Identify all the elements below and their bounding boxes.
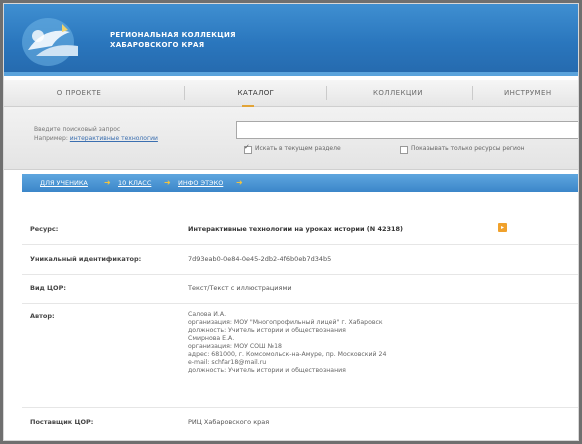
arrow-right-icon: ➜ [236, 178, 243, 187]
resource-title: Интерактивные технологии на уроках истор… [188, 225, 404, 233]
author-line: организация: МОУ СОШ №18 [188, 343, 282, 350]
site-header: РЕГИОНАЛЬНАЯ КОЛЛЕКЦИЯ ХАБАРОВСКОГО КРАЯ [4, 4, 578, 76]
browser-frame: РЕГИОНАЛЬНАЯ КОЛЛЕКЦИЯ ХАБАРОВСКОГО КРАЯ… [3, 3, 579, 441]
tab-about[interactable]: О ПРОЕКТЕ [4, 80, 154, 106]
breadcrumb-item-student[interactable]: ДЛЯ УЧЕНИКА [40, 174, 88, 192]
nav-divider [472, 86, 473, 100]
search-panel: Введите поисковый запрос Например: интер… [4, 107, 578, 170]
nav-divider [184, 86, 185, 100]
site-title-line1: РЕГИОНАЛЬНАЯ КОЛЛЕКЦИЯ [110, 31, 236, 39]
regional-only-checkbox[interactable] [400, 146, 408, 154]
search-prompt-label: Введите поисковый запрос [34, 126, 121, 133]
tab-catalog[interactable]: КАТАЛОГ [186, 80, 326, 107]
arrow-right-icon: ➜ [104, 178, 111, 187]
site-title: РЕГИОНАЛЬНАЯ КОЛЛЕКЦИЯ ХАБАРОВСКОГО КРАЯ [110, 30, 330, 50]
resource-type-value: Текст/Текст с иллюстрациями [188, 284, 292, 292]
search-current-section-label: Искать в текущем разделе [255, 145, 341, 152]
breadcrumb-item-grade[interactable]: 10 КЛАСС [118, 174, 151, 192]
supplier-value: РИЦ Хабаровского края [188, 418, 270, 426]
search-example-link[interactable]: интерактивные технологии [70, 135, 158, 142]
resource-label: Ресурс: [30, 225, 59, 233]
breadcrumb: ДЛЯ УЧЕНИКА ➜ 10 КЛАСС ➜ ИНФО ЭТЭКО ➜ [22, 174, 578, 192]
tab-collections[interactable]: КОЛЛЕКЦИИ [328, 80, 468, 106]
author-line: должность: Учитель истории и обществозна… [188, 327, 346, 334]
author-line: Смирнова Е.А. [188, 335, 235, 342]
row-divider [22, 274, 578, 275]
identifier-value: 7d93eab0-0e84-0e45-2db2-4f6b0eb7d34b5 [188, 255, 332, 263]
resource-type-label: Вид ЦОР: [30, 284, 66, 292]
breadcrumb-item-subject[interactable]: ИНФО ЭТЭКО [178, 174, 223, 192]
site-title-line2: ХАБАРОВСКОГО КРАЯ [110, 41, 205, 49]
rss-icon[interactable]: ▸ [498, 223, 507, 232]
author-line: e-mail: schfar18@mail.ru [188, 359, 267, 366]
row-divider [22, 407, 578, 408]
supplier-label: Поставщик ЦОР: [30, 418, 94, 426]
author-line: должность: Учитель истории и обществозна… [188, 367, 346, 374]
author-line: Салова И.А. [188, 311, 227, 318]
row-divider [22, 303, 578, 304]
main-nav: О ПРОЕКТЕ КАТАЛОГ КОЛЛЕКЦИИ ИНСТРУМЕН [4, 80, 578, 107]
collection-logo-icon[interactable] [18, 12, 88, 70]
author-line: адрес: 681000, г. Комсомольск-на-Амуре, … [188, 351, 387, 358]
arrow-right-icon: ➜ [164, 178, 171, 187]
tab-tools[interactable]: ИНСТРУМЕН [504, 80, 578, 106]
nav-divider [326, 86, 327, 100]
search-example: Например: интерактивные технологии [34, 135, 158, 142]
author-line: организация: МОУ "Многопрофильный лицей"… [188, 319, 383, 326]
row-divider [22, 244, 578, 245]
author-label: Автор: [30, 312, 55, 320]
search-current-section-checkbox[interactable] [244, 143, 252, 154]
identifier-label: Уникальный идентификатор: [30, 255, 142, 263]
regional-only-label: Показывать только ресурсы регион [411, 145, 525, 152]
search-input[interactable] [236, 121, 578, 139]
search-example-prefix: Например: [34, 135, 68, 142]
